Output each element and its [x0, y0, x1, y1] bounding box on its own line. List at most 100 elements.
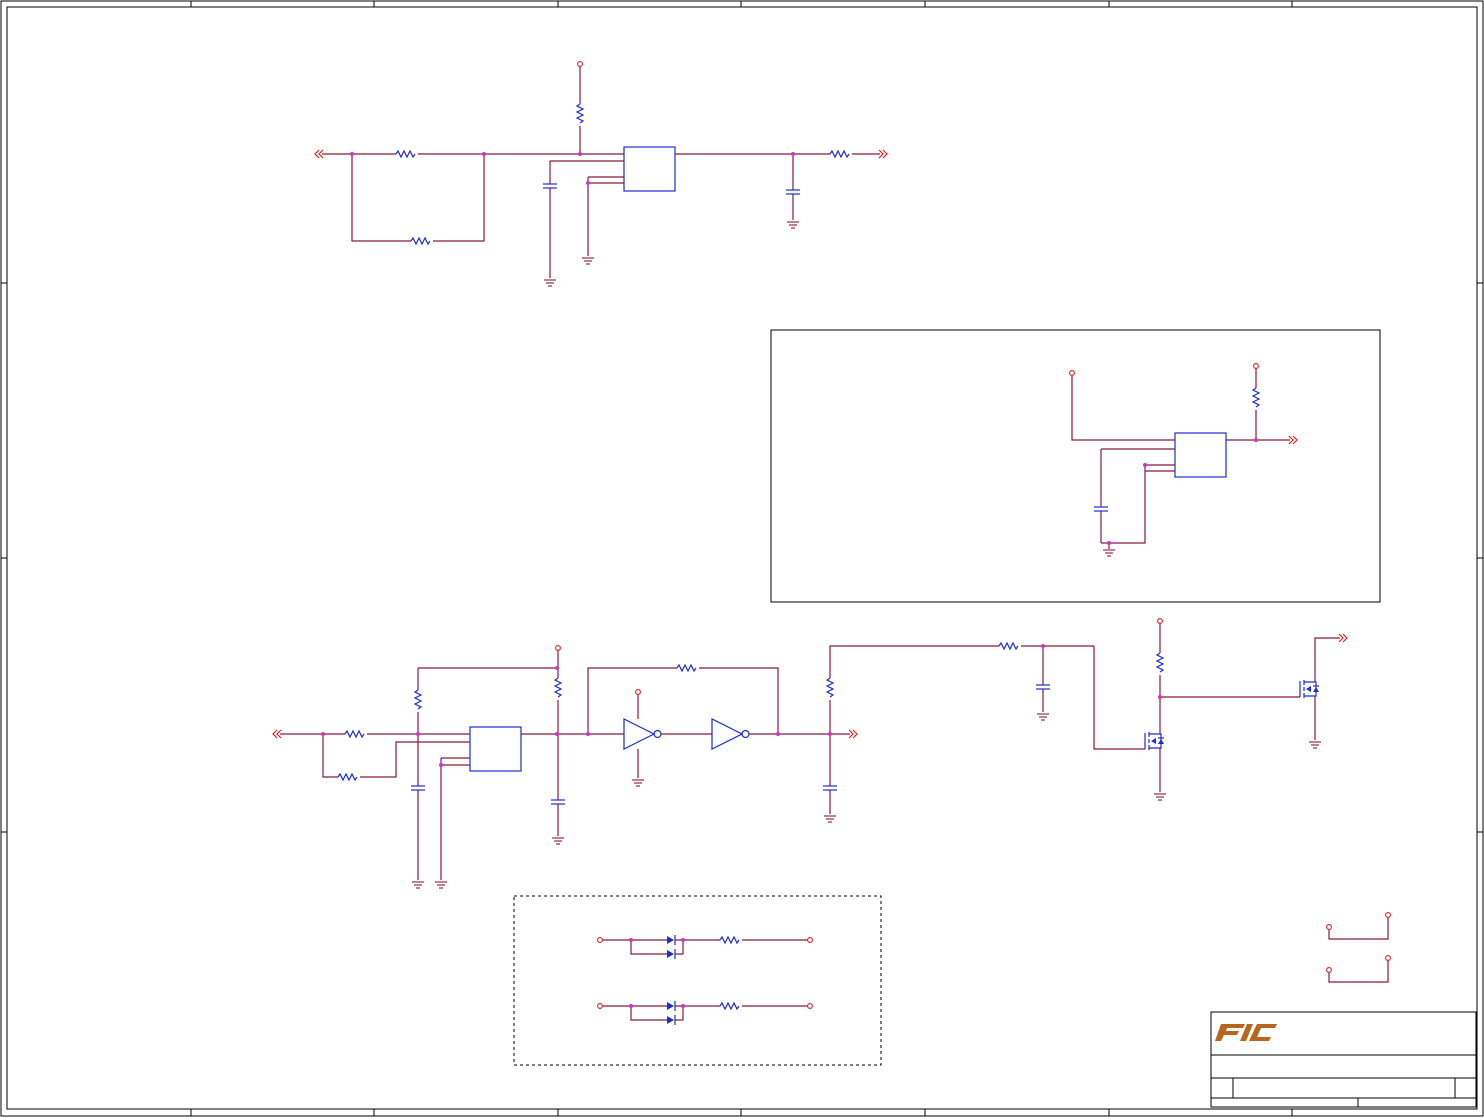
junction-dot	[1041, 644, 1045, 648]
junction-dot	[439, 763, 443, 767]
resistor	[553, 677, 563, 698]
ground-symbol	[1309, 741, 1321, 749]
wire	[829, 645, 999, 678]
wire	[675, 1006, 684, 1021]
resistor	[344, 729, 365, 739]
drawing-frame	[0, 0, 1484, 1117]
port-terminal	[1326, 924, 1332, 930]
junction-dot	[681, 1004, 685, 1008]
mosfet-body-diode	[1158, 739, 1164, 744]
schematic-sheet	[0, 0, 1484, 1117]
ground-symbol	[824, 815, 836, 823]
junction-dot	[555, 732, 559, 736]
offpage-right-arrow	[878, 149, 888, 159]
logo-letter-f	[1215, 1024, 1245, 1041]
junction-dot	[416, 732, 420, 736]
ground-symbol	[435, 881, 447, 889]
wire	[587, 667, 677, 734]
port-terminal	[597, 1003, 603, 1009]
mosfet	[1299, 680, 1319, 698]
diode	[667, 936, 674, 944]
port-terminal	[1385, 912, 1391, 918]
resistor	[575, 103, 585, 124]
resistor	[1251, 387, 1261, 408]
mosfet	[1144, 732, 1164, 750]
title-block	[1210, 1011, 1477, 1108]
resistor	[825, 677, 835, 698]
ground-symbol	[1154, 793, 1166, 801]
components	[272, 61, 1391, 1025]
port-terminal	[577, 61, 583, 67]
resistor	[410, 236, 431, 246]
junction-dot	[791, 152, 795, 156]
resistor	[413, 689, 423, 710]
ground-symbol	[412, 881, 424, 889]
resistor	[395, 149, 416, 159]
offpage-right-arrow	[1288, 435, 1298, 445]
junction-dot	[1254, 438, 1258, 442]
junction-dot	[350, 152, 354, 156]
junction-dot	[586, 732, 590, 736]
frame-zone-ticks	[1, 1, 1483, 1116]
resistor	[719, 935, 740, 945]
junction-dot	[681, 938, 685, 942]
junction-dot	[776, 732, 780, 736]
wire	[1328, 960, 1389, 983]
junction-dot	[482, 152, 486, 156]
junction-dot	[1143, 463, 1147, 467]
ground-symbol	[1037, 713, 1049, 721]
resistor	[829, 149, 850, 159]
junction-dot	[629, 938, 633, 942]
port-terminal	[1157, 618, 1163, 624]
port-terminal	[555, 645, 561, 651]
junction-dot	[321, 732, 325, 736]
offpage-left-arrow	[272, 729, 282, 739]
mosfet-body-diode	[1313, 687, 1319, 692]
offpage-left-arrow	[314, 149, 324, 159]
diode	[667, 1016, 674, 1024]
port-terminal	[1326, 967, 1332, 973]
junction-dot	[555, 666, 559, 670]
ground-symbol	[787, 221, 799, 229]
port-terminal	[1069, 370, 1075, 376]
junction-dot	[586, 181, 590, 185]
diode	[667, 950, 674, 958]
fic-logo	[1215, 1024, 1277, 1041]
junction-dot	[1158, 695, 1162, 699]
wire	[630, 940, 668, 955]
ground-symbol	[582, 257, 594, 265]
port-terminal	[597, 937, 603, 943]
diode	[667, 1002, 674, 1010]
resistor	[998, 641, 1019, 651]
ground-symbol	[544, 279, 556, 287]
junction-dot	[629, 1004, 633, 1008]
port-terminal	[807, 1003, 813, 1009]
wire	[1071, 375, 1175, 441]
wire	[1328, 917, 1389, 940]
ground-symbol	[1103, 549, 1115, 557]
highlight-box	[770, 329, 1381, 603]
mosfet-arrow	[1151, 738, 1156, 744]
ground-symbol	[552, 837, 564, 845]
port-terminal	[635, 689, 641, 695]
resistor	[676, 663, 697, 673]
wire	[1093, 646, 1145, 750]
wire	[433, 154, 485, 242]
logo-letter-c	[1249, 1024, 1277, 1041]
resistor	[1155, 652, 1165, 673]
ic-block	[1174, 432, 1227, 478]
offpage-right-arrow	[1338, 633, 1348, 643]
ground-symbol	[632, 779, 644, 787]
offpage-right-arrow	[848, 729, 858, 739]
port-terminal	[807, 937, 813, 943]
junction-dots	[321, 152, 1258, 1008]
ic-block	[623, 146, 676, 192]
dashed-diode-box	[513, 895, 882, 1066]
port-terminal	[1385, 955, 1391, 961]
wire	[630, 1006, 668, 1021]
junction-dot	[828, 732, 832, 736]
inverter-gate	[623, 718, 656, 750]
inverter-gate	[711, 718, 744, 750]
junction-dot	[1107, 541, 1111, 545]
wires	[280, 66, 1389, 1021]
